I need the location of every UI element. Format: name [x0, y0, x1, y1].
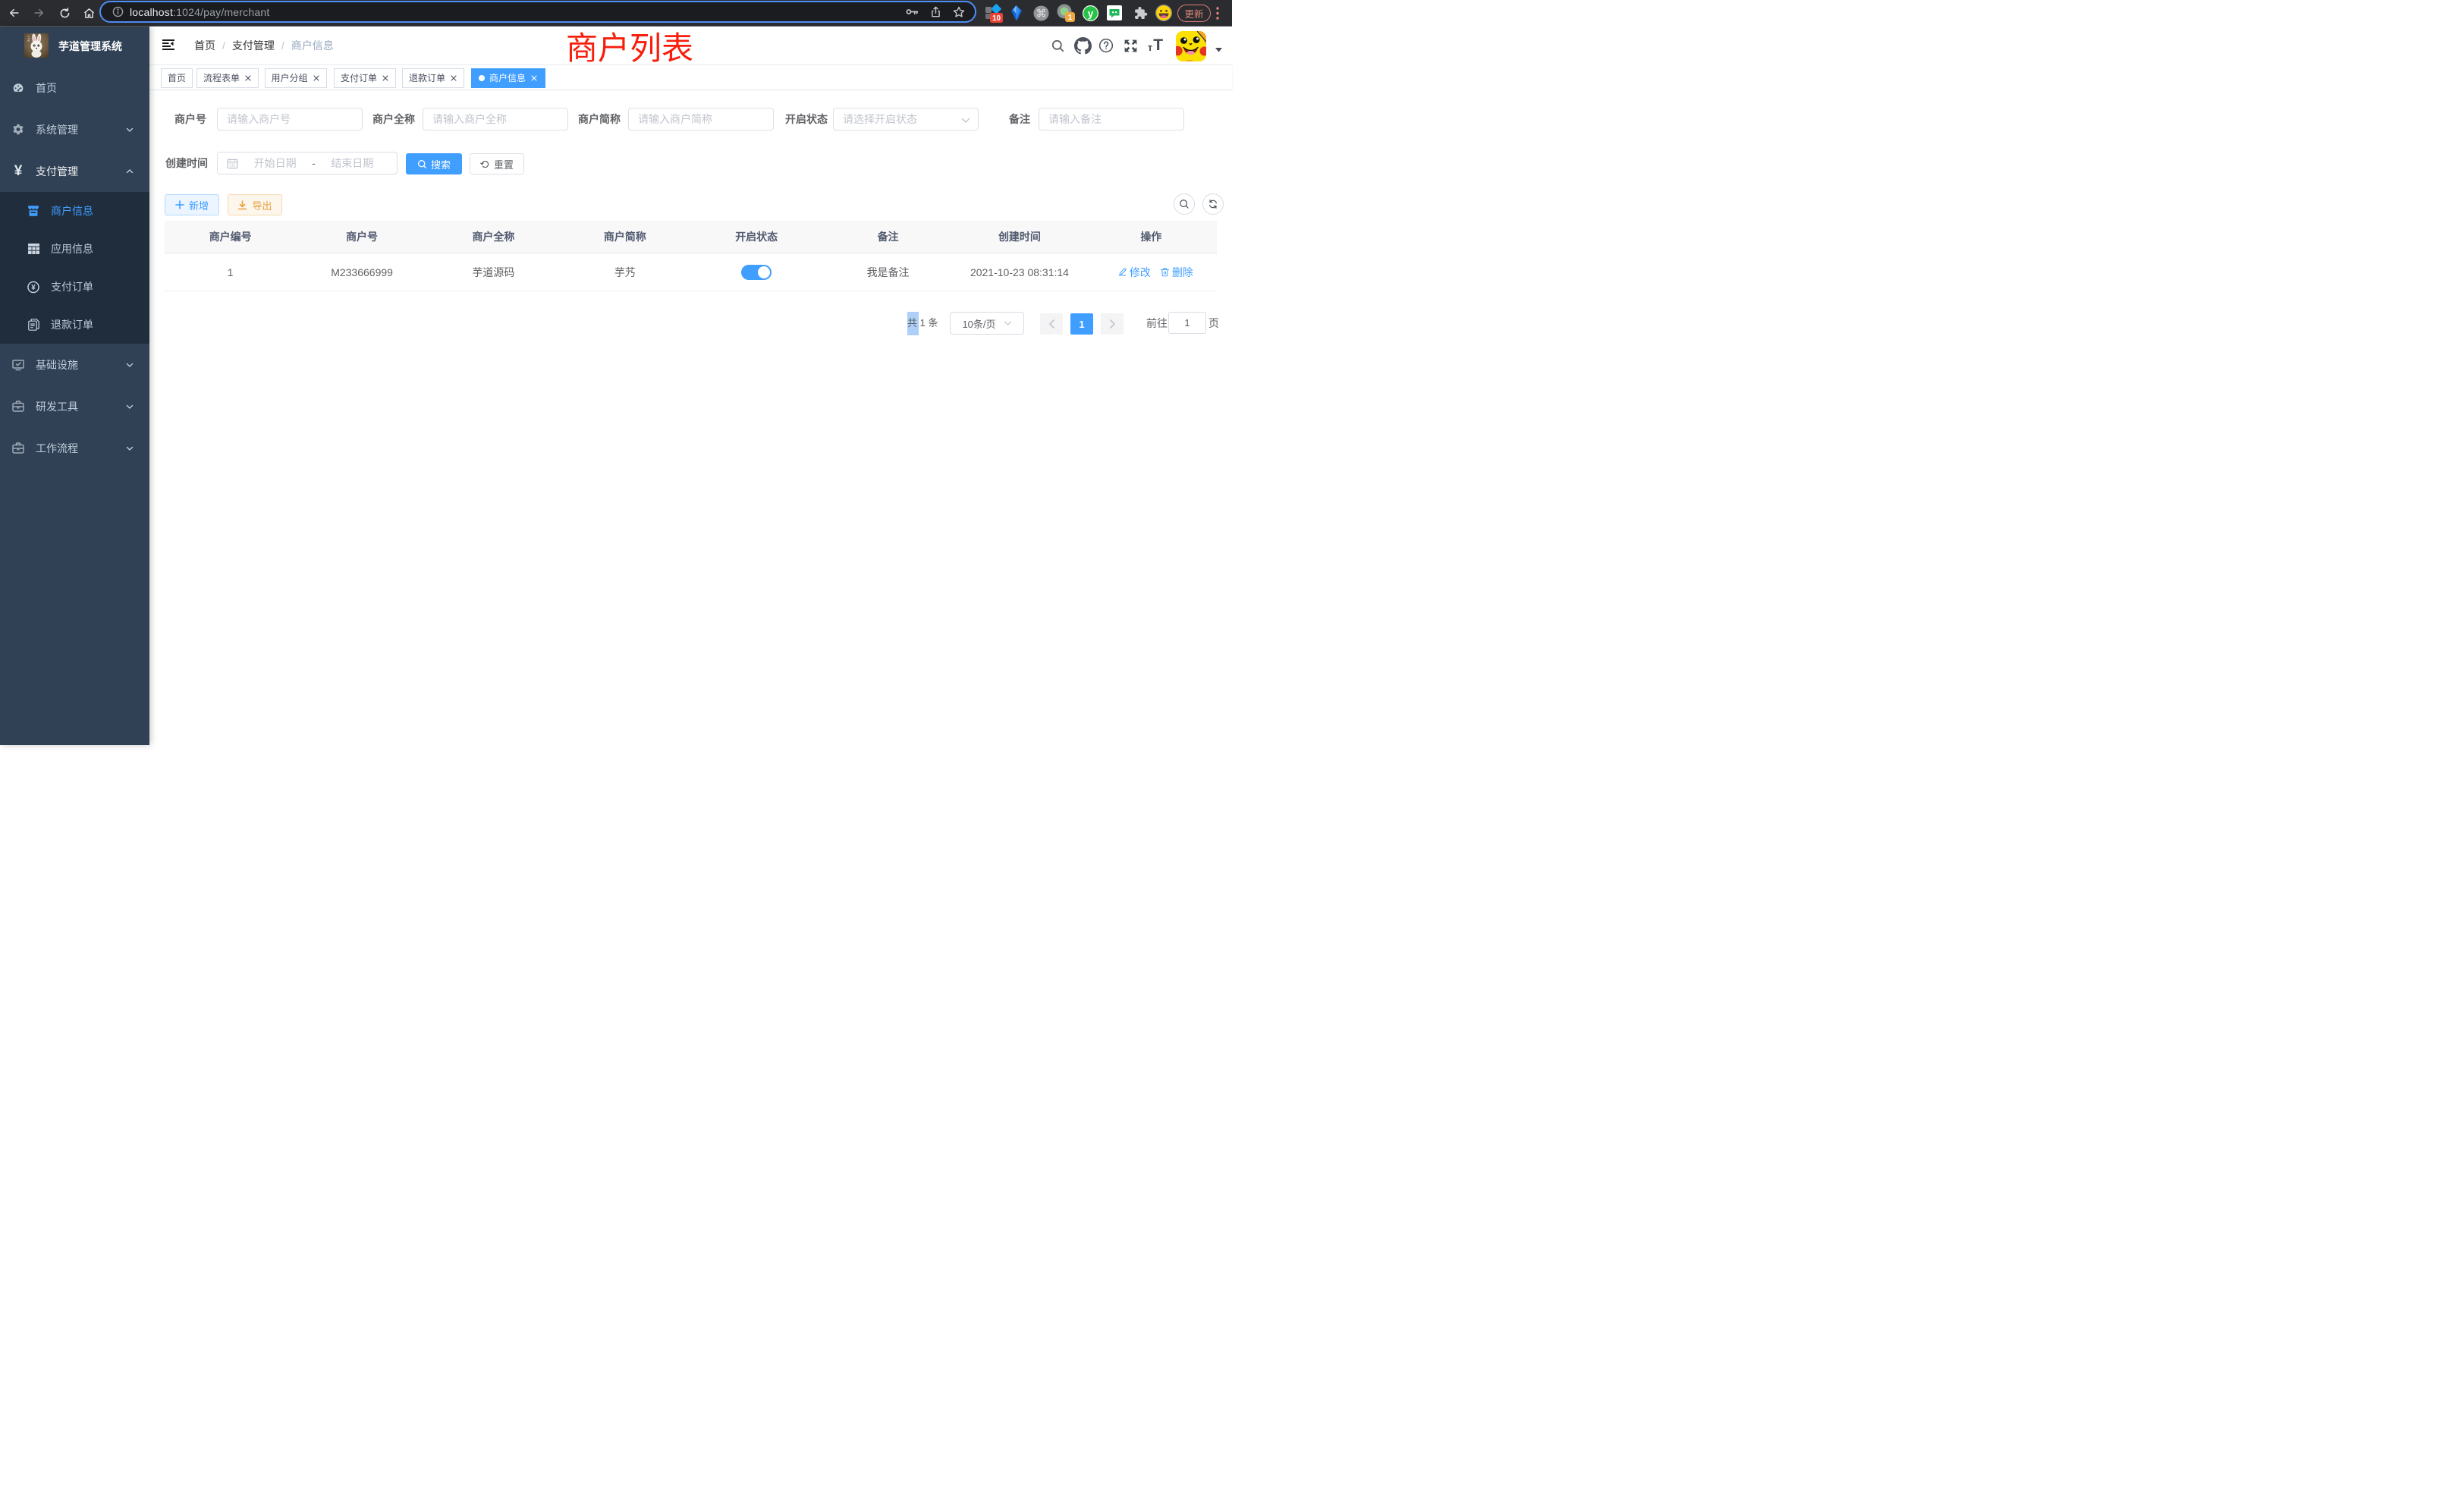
- svg-text:¥: ¥: [31, 284, 36, 292]
- svg-text:1: 1: [1068, 13, 1073, 22]
- svg-text:⌘: ⌘: [1036, 7, 1046, 19]
- svg-text:y: y: [1087, 8, 1093, 19]
- svg-text:10: 10: [992, 14, 1001, 23]
